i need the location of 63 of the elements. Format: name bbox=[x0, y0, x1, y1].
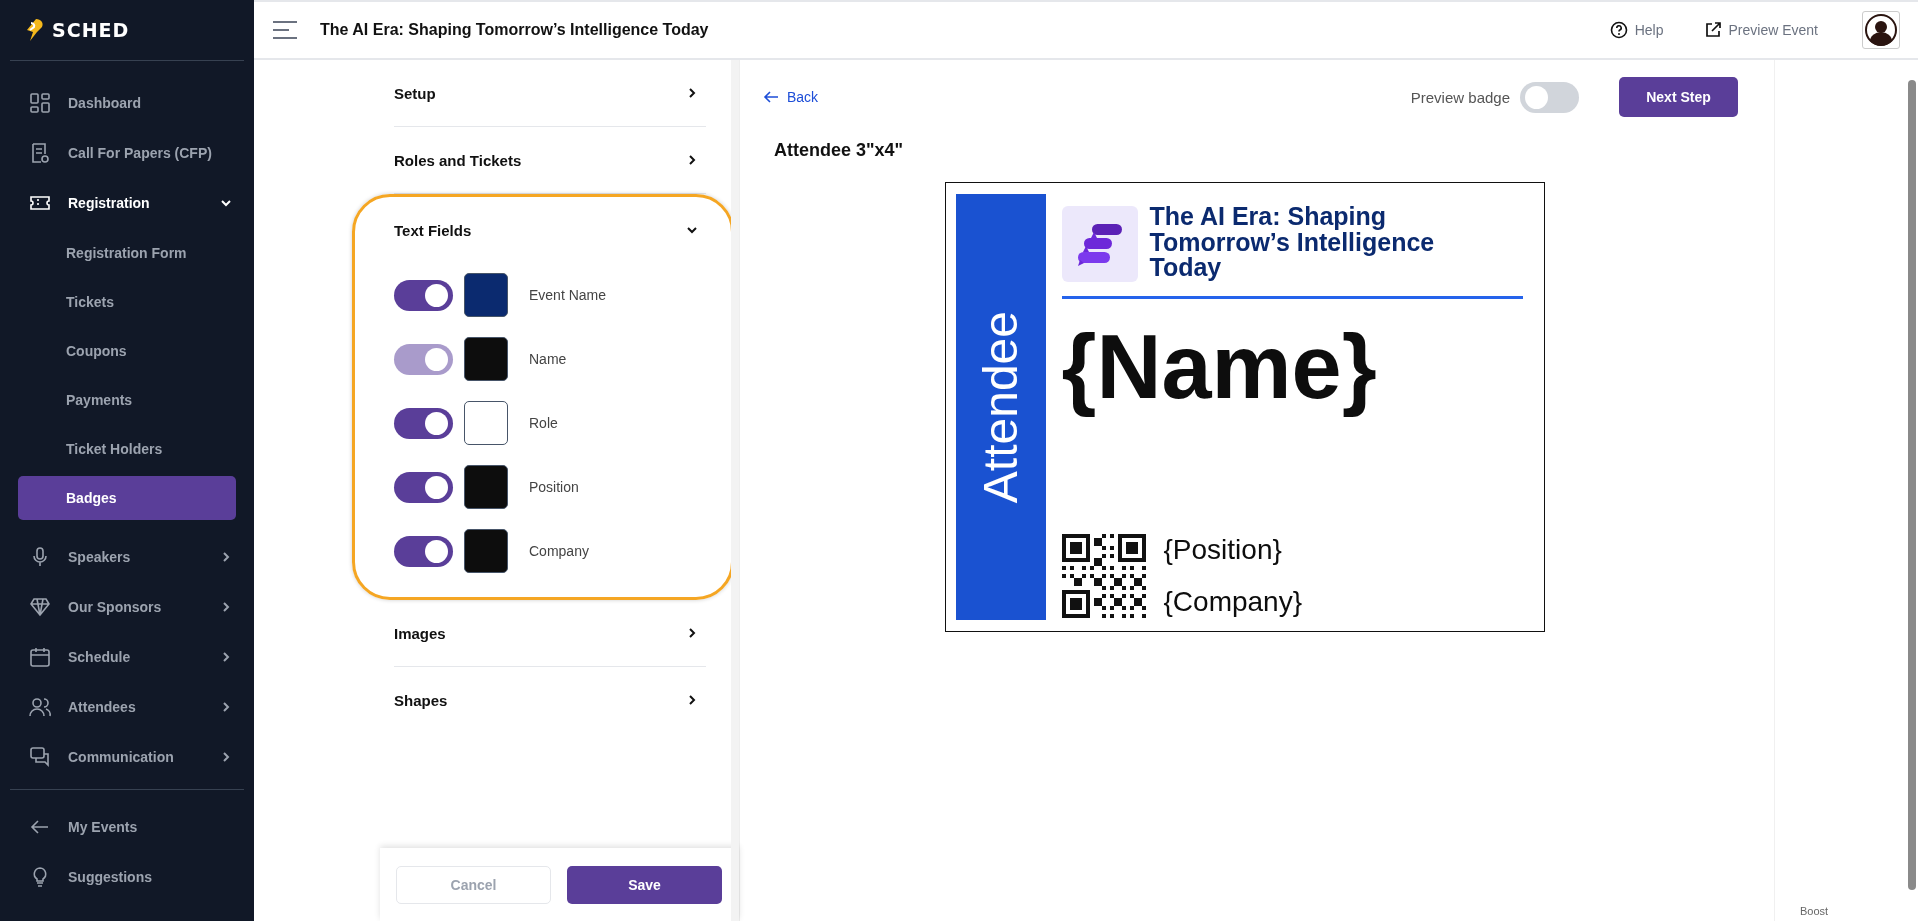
field-toggle[interactable] bbox=[394, 535, 453, 567]
sidebar-subitem[interactable]: Coupons bbox=[18, 328, 236, 373]
color-swatch[interactable] bbox=[464, 273, 508, 317]
menu-icon[interactable] bbox=[272, 20, 298, 40]
badge-attendee-name: {Name} bbox=[1061, 316, 1377, 419]
sidebar-subitem[interactable]: Tickets bbox=[18, 279, 236, 324]
sidebar-subitem[interactable]: Badges bbox=[18, 475, 236, 520]
field-label: Company bbox=[529, 543, 589, 559]
chat-icon bbox=[28, 745, 52, 769]
field-label: Event Name bbox=[529, 287, 607, 303]
logo-text: SCHED bbox=[52, 19, 130, 41]
sidebar-item[interactable]: Schedule bbox=[0, 632, 254, 682]
arrow-left-icon bbox=[763, 91, 779, 103]
sidebar-item[interactable]: Our Sponsors bbox=[0, 582, 254, 632]
color-swatch[interactable] bbox=[464, 401, 508, 445]
badge-company: {Company} bbox=[1163, 586, 1303, 618]
grid-icon bbox=[28, 91, 52, 115]
section-header[interactable]: Setup bbox=[394, 60, 706, 126]
sidebar-subitem[interactable]: Registration Form bbox=[18, 230, 236, 275]
toggle-label: Preview badge bbox=[1410, 88, 1510, 106]
sidebar-subitem[interactable]: Ticket Holders bbox=[18, 426, 236, 471]
sidebar-item[interactable]: Dashboard bbox=[0, 78, 254, 128]
section-header[interactable]: Roles and Tickets bbox=[394, 127, 706, 193]
sidebar-item[interactable]: Communication bbox=[0, 732, 254, 782]
badge-role: Attendee bbox=[976, 310, 1025, 504]
save-button[interactable]: Save bbox=[567, 865, 722, 904]
diamond-icon bbox=[28, 595, 52, 619]
preview-toggle[interactable] bbox=[1520, 81, 1579, 113]
sidebar-subitem[interactable]: Payments bbox=[18, 377, 236, 422]
sidebar-item[interactable]: Registration bbox=[0, 178, 254, 228]
help-icon bbox=[1609, 21, 1628, 39]
color-swatch[interactable] bbox=[464, 529, 508, 573]
user-silhouette-icon bbox=[1865, 14, 1897, 46]
field-label: Name bbox=[529, 351, 567, 367]
badge-type-title: Attendee 3"x4" bbox=[774, 140, 905, 161]
external-link-icon bbox=[1703, 21, 1722, 39]
sidebar-item[interactable]: Call For Papers (CFP) bbox=[0, 128, 254, 178]
sidebar-item[interactable]: Suggestions bbox=[10, 852, 244, 902]
help-link[interactable]: Help bbox=[1609, 21, 1664, 39]
section-header[interactable]: Shapes bbox=[394, 667, 706, 733]
back-link[interactable]: Back bbox=[763, 89, 1401, 105]
preview-event-link[interactable]: Preview Event bbox=[1703, 21, 1818, 39]
badge-position: {Position} bbox=[1163, 534, 1283, 566]
boost-label: Boost bbox=[1800, 905, 1829, 917]
field-label: Position bbox=[529, 479, 579, 495]
section-header[interactable]: Images bbox=[394, 600, 706, 666]
section-header[interactable]: Text Fields bbox=[394, 197, 706, 263]
field-toggle[interactable] bbox=[394, 471, 453, 503]
sidebar-item[interactable]: Attendees bbox=[0, 682, 254, 732]
field-toggle[interactable] bbox=[394, 407, 453, 439]
calendar-icon bbox=[28, 645, 52, 669]
people-icon bbox=[28, 695, 52, 719]
field-label: Role bbox=[529, 415, 558, 431]
color-swatch[interactable] bbox=[464, 465, 508, 509]
event-title: The AI Era: Shaping Tomorrow’s Intelligence Today bbox=[320, 21, 710, 39]
scrollbar-track[interactable] bbox=[731, 60, 739, 921]
field-toggle[interactable] bbox=[394, 279, 453, 311]
next-step-button[interactable]: Next Step bbox=[1619, 77, 1738, 117]
avatar[interactable] bbox=[1862, 11, 1900, 49]
sidebar-item[interactable]: Speakers bbox=[0, 532, 254, 582]
scrollbar-thumb[interactable] bbox=[1908, 80, 1916, 890]
badge-event-name: The AI Era: Shaping Tomorrow’s Intelligence Today bbox=[1149, 204, 1436, 282]
sidebar-item[interactable]: My Events bbox=[10, 802, 244, 852]
